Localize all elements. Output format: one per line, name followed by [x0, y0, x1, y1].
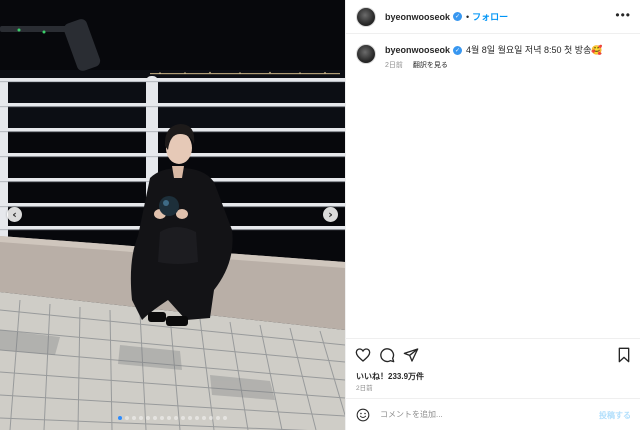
heart-icon [355, 348, 371, 362]
chevron-left-icon: ‹ [12, 208, 17, 221]
comment-bar: 投稿する [346, 398, 640, 430]
carousel-dot [181, 416, 185, 420]
share-icon [403, 348, 419, 362]
emoji-button[interactable] [356, 408, 370, 422]
carousel-dot [146, 416, 150, 420]
carousel-dot [139, 416, 143, 420]
carousel-dot [167, 416, 171, 420]
instagram-post-dialog: ‹ › byeonwooseok ✓ • フォロー ••• byeonwoose… [0, 0, 640, 430]
bookmark-icon [618, 347, 630, 363]
share-button[interactable] [403, 347, 419, 363]
carousel-dot [195, 416, 199, 420]
caption-time[interactable]: 2日前 [385, 62, 403, 69]
caption-line: byeonwooseok ✓ 4월 8일 월요일 저녁 8:50 첫 방송🥰 [385, 44, 603, 56]
verified-badge-icon: ✓ [453, 45, 463, 55]
post-side-panel: byeonwooseok ✓ • フォロー ••• byeonwooseok ✓… [345, 0, 640, 430]
carousel-prev-button[interactable]: ‹ [7, 207, 22, 222]
header-separator: • [466, 11, 470, 22]
caption-avatar[interactable] [356, 44, 376, 64]
carousel-dot [216, 416, 220, 420]
like-button[interactable] [355, 347, 371, 363]
carousel-dot [132, 416, 136, 420]
translate-link[interactable]: 翻訳を見る [413, 62, 448, 69]
carousel-dot [202, 416, 206, 420]
post-comment-button[interactable]: 投稿する [599, 410, 631, 421]
action-bar [346, 338, 640, 368]
comment-icon [380, 348, 395, 363]
post-date[interactable]: 2日前 [356, 382, 373, 392]
avatar[interactable] [356, 6, 376, 27]
comment-button[interactable] [379, 347, 395, 363]
likes-count[interactable]: いいね！233.9万件 [356, 371, 424, 382]
emoji-icon [356, 408, 370, 421]
photo-scene [0, 0, 345, 430]
caption-body: byeonwooseok ✓ 4월 8일 월요일 저녁 8:50 첫 방송🥰 2… [385, 44, 603, 70]
save-button[interactable] [616, 347, 632, 363]
more-options-icon[interactable]: ••• [615, 9, 631, 21]
caption-text: 4월 8일 월요일 저녁 8:50 첫 방송🥰 [466, 45, 603, 55]
post-photo[interactable]: ‹ › [0, 0, 345, 430]
carousel-dot [118, 416, 122, 420]
caption-meta: 2日前 翻訳を見る [385, 60, 603, 70]
post-header: byeonwooseok ✓ • フォロー ••• [346, 0, 640, 34]
carousel-dot [223, 416, 227, 420]
carousel-dot [209, 416, 213, 420]
carousel-indicator [0, 416, 345, 420]
caption: byeonwooseok ✓ 4월 8일 월요일 저녁 8:50 첫 방송🥰 2… [356, 44, 631, 70]
carousel-next-button[interactable]: › [323, 207, 338, 222]
caption-username[interactable]: byeonwooseok [385, 44, 450, 56]
follow-button[interactable]: フォロー [472, 10, 508, 23]
carousel-dot [174, 416, 178, 420]
carousel-dot [188, 416, 192, 420]
carousel-dot [160, 416, 164, 420]
header-username[interactable]: byeonwooseok [385, 12, 450, 22]
carousel-dot [125, 416, 129, 420]
carousel-dot [153, 416, 157, 420]
chevron-right-icon: › [328, 208, 333, 221]
verified-badge-icon: ✓ [453, 12, 463, 21]
comment-input[interactable] [380, 410, 580, 419]
